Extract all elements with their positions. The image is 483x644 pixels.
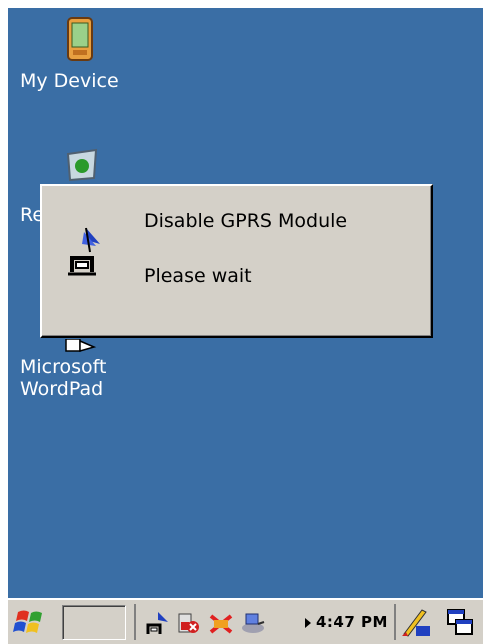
dialog-message: Disable GPRS Module [144,210,348,232]
gprs-antenna-icon[interactable] [144,610,170,636]
dialog-status: Please wait [144,265,252,287]
input-panel-icon [402,609,430,637]
taskbar: 4:47 PM [8,598,483,644]
battery-error-icon[interactable] [176,610,202,636]
device-screen: My Device Re Microsoft WordPad Disable G… [8,8,483,644]
tray-expand-arrow-icon[interactable] [304,617,312,629]
desktop-icon-my-device[interactable]: My Device [20,16,119,92]
gprs-status-dialog: Disable GPRS Module Please wait [40,184,433,338]
window-switch-button[interactable] [444,606,476,638]
network-connection-icon[interactable] [240,610,266,636]
input-panel-button[interactable] [394,604,434,640]
task-button-slot[interactable] [62,605,126,640]
desktop-icon-label: Microsoft WordPad [20,356,107,400]
gprs-antenna-icon [64,222,104,278]
desktop: My Device Re Microsoft WordPad Disable G… [8,8,483,598]
clock[interactable]: 4:47 PM [316,613,388,631]
system-tray: 4:47 PM [134,604,388,640]
windows-start-icon [13,610,42,633]
desktop-icon-label: My Device [20,70,119,92]
start-button[interactable] [12,606,48,638]
network-disabled-icon[interactable] [208,610,234,636]
desktop-icon-wordpad[interactable]: Microsoft WordPad [20,338,106,400]
wordpad-icon [60,338,100,352]
window-switch-icon [447,609,473,635]
pda-device-icon [60,16,100,64]
